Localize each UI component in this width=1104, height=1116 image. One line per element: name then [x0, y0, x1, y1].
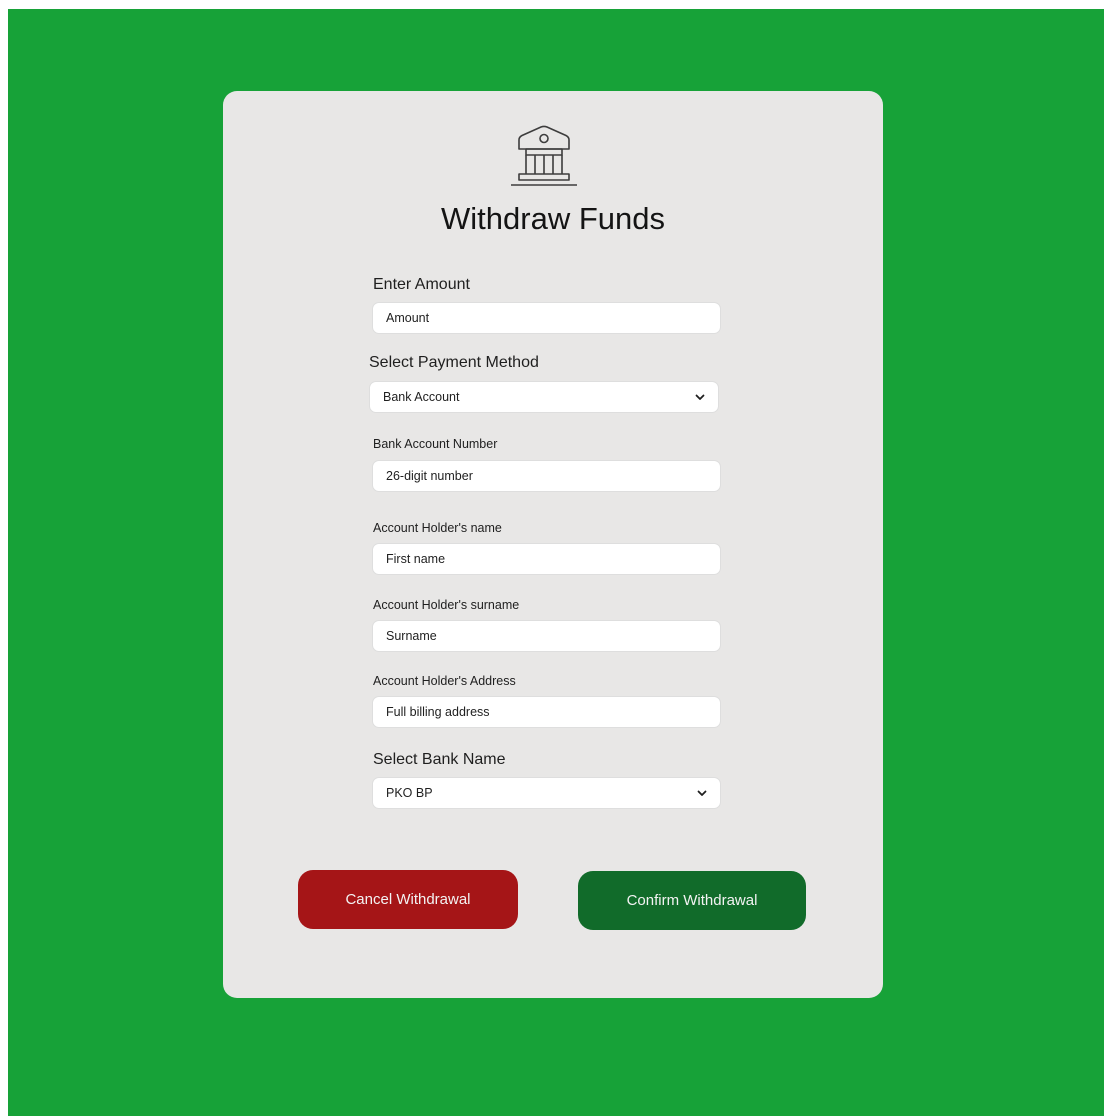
- holder-name-input[interactable]: [372, 543, 721, 575]
- bank-name-value: PKO BP: [386, 786, 433, 800]
- holder-address-input[interactable]: [372, 696, 721, 728]
- bank-name-select[interactable]: PKO BP: [372, 777, 721, 809]
- confirm-withdrawal-button[interactable]: Confirm Withdrawal: [578, 871, 806, 930]
- page-title: Withdraw Funds: [441, 201, 665, 236]
- withdraw-card: Withdraw Funds Enter Amount Select Payme…: [223, 91, 883, 998]
- page-background: Withdraw Funds Enter Amount Select Payme…: [8, 9, 1104, 1116]
- holder-address-label: Account Holder's Address: [373, 674, 516, 688]
- amount-input[interactable]: [372, 302, 721, 334]
- chevron-down-icon: [695, 394, 705, 400]
- holder-surname-input[interactable]: [372, 620, 721, 652]
- holder-surname-label: Account Holder's surname: [373, 598, 520, 612]
- chevron-down-icon: [697, 790, 707, 796]
- payment-method-label: Select Payment Method: [369, 354, 539, 371]
- holder-name-label: Account Holder's name: [373, 521, 502, 535]
- bank-name-label: Select Bank Name: [373, 751, 506, 768]
- cancel-withdrawal-button[interactable]: Cancel Withdrawal: [298, 870, 518, 929]
- account-number-label: Bank Account Number: [373, 437, 498, 451]
- bank-icon: [511, 125, 577, 186]
- payment-method-select[interactable]: Bank Account: [369, 381, 719, 413]
- payment-method-value: Bank Account: [383, 390, 460, 404]
- amount-label: Enter Amount: [373, 276, 470, 293]
- account-number-input[interactable]: [372, 460, 721, 492]
